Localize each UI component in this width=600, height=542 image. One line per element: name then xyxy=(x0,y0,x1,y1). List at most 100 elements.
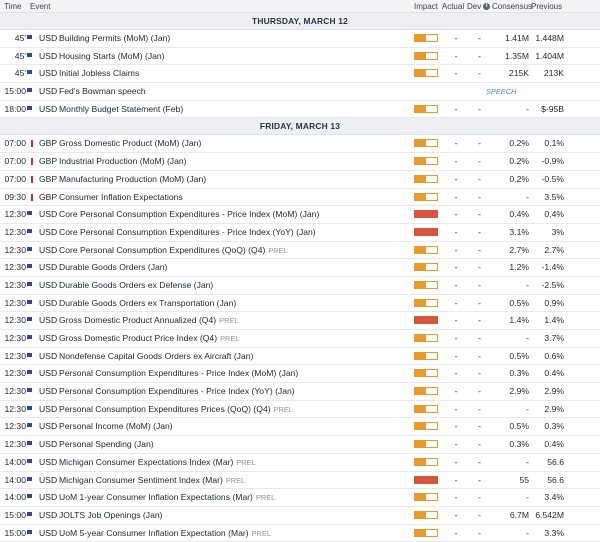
event-name-cell[interactable]: Personal Consumption Expenditures - Pric… xyxy=(59,365,409,382)
event-name[interactable]: UoM 1-year Consumer Inflation Expectatio… xyxy=(59,492,253,502)
table-row[interactable]: 12:30 USD Core Personal Consumption Expend… xyxy=(0,224,600,242)
event-name-cell[interactable]: UoM 5-year Consumer Inflation Expectatio… xyxy=(59,525,409,542)
table-row[interactable]: 15:00 USD Fed's Bowman speech SPEECH xyxy=(0,83,600,101)
event-time: 12:30 xyxy=(4,439,26,450)
event-name[interactable]: Personal Spending (Jan) xyxy=(59,439,154,449)
event-name[interactable]: Personal Consumption Expenditures - Pric… xyxy=(59,368,298,378)
table-row[interactable]: 07:00 GBP Gross Domestic Product (MoM) (Ja… xyxy=(0,135,600,154)
event-name-cell[interactable]: Nondefense Capital Goods Orders ex Aircr… xyxy=(59,348,409,365)
table-row[interactable]: 14:00 USD Michigan Consumer Expectations I… xyxy=(0,454,600,472)
event-name-cell[interactable]: UoM 1-year Consumer Inflation Expectatio… xyxy=(59,489,409,506)
event-name[interactable]: Building Permits (MoM) (Jan) xyxy=(59,33,170,43)
table-row[interactable]: 12:30 USD Personal Consumption Expenditure… xyxy=(0,401,600,419)
event-name[interactable]: Consumer Inflation Expectations xyxy=(59,192,183,202)
impact-bar-medium xyxy=(414,69,438,78)
info-icon[interactable]: i xyxy=(483,3,491,11)
event-name-cell[interactable]: Personal Consumption Expenditures Prices… xyxy=(59,401,409,418)
event-name-cell[interactable]: Durable Goods Orders ex Transportation (… xyxy=(59,295,409,312)
table-row[interactable]: 12:30 USD Gross Domestic Product Price Ind… xyxy=(0,330,600,348)
table-row[interactable]: 09:30 GBP Consumer Inflation Expectations -… xyxy=(0,189,600,207)
event-name[interactable]: Gross Domestic Product Annualized (Q4) xyxy=(59,315,216,325)
event-name-cell[interactable]: Core Personal Consumption Expenditures (… xyxy=(59,242,409,259)
table-row[interactable]: 45' USD Housing Starts (MoM) (Jan) - - 1.35M 1… xyxy=(0,48,600,66)
impact-bar-medium xyxy=(414,34,438,42)
impact-bar-medium xyxy=(414,510,438,519)
event-name[interactable]: Durable Goods Orders ex Defense (Jan) xyxy=(59,280,213,290)
event-name[interactable]: Durable Goods Orders (Jan) xyxy=(59,262,167,272)
event-name[interactable]: Core Personal Consumption Expenditures -… xyxy=(59,227,316,237)
deviation-value: - xyxy=(478,386,481,397)
event-name-cell[interactable]: Durable Goods Orders ex Defense (Jan) xyxy=(59,277,409,294)
header-previous[interactable]: Previous xyxy=(531,0,565,13)
event-name[interactable]: Michigan Consumer Sentiment Index (Mar) xyxy=(59,475,223,485)
event-name[interactable]: Core Personal Consumption Expenditures (… xyxy=(59,245,265,255)
event-name[interactable]: Industrial Production (MoM) (Jan) xyxy=(59,156,187,166)
event-name-cell[interactable]: Housing Starts (MoM) (Jan) xyxy=(59,48,409,65)
table-row[interactable]: 12:30 USD Core Personal Consumption Expend… xyxy=(0,206,600,224)
header-event[interactable]: Event xyxy=(30,0,380,13)
event-name[interactable]: Personal Consumption Expenditures - Pric… xyxy=(59,386,295,396)
header-dev[interactable]: Dev i xyxy=(467,0,493,13)
event-name[interactable]: Gross Domestic Product Price Index (Q4) xyxy=(59,333,217,343)
event-name-cell[interactable]: Personal Spending (Jan) xyxy=(59,436,409,453)
event-name[interactable]: Gross Domestic Product (MoM) (Jan) xyxy=(59,138,201,148)
event-name-cell[interactable]: Initial Jobless Claims xyxy=(59,65,409,82)
header-actual[interactable]: Actual xyxy=(440,0,466,13)
consensus-value: 215K xyxy=(508,68,529,79)
event-name-cell[interactable]: Core Personal Consumption Expenditures -… xyxy=(59,206,409,223)
event-name-cell[interactable]: Michigan Consumer Expectations Index (Ma… xyxy=(59,454,409,471)
event-name-cell[interactable]: JOLTS Job Openings (Jan) xyxy=(59,507,409,524)
table-row[interactable]: 12:30 USD Durable Goods Orders (Jan) - - 1.2%… xyxy=(0,259,600,277)
event-name-cell[interactable]: Building Permits (MoM) (Jan) xyxy=(59,30,409,47)
event-name-cell[interactable]: Gross Domestic Product (MoM) (Jan) xyxy=(59,135,409,152)
impact-bar-empty xyxy=(426,405,437,412)
table-row[interactable]: 15:00 USD JOLTS Job Openings (Jan) - - 6.7M 6.… xyxy=(0,507,600,525)
table-row[interactable]: 12:30 USD Personal Spending (Jan) - - 0.3% 0.4… xyxy=(0,436,600,454)
table-row[interactable]: 14:00 USD Michigan Consumer Sentiment Inde… xyxy=(0,472,600,490)
table-row[interactable]: 12:30 USD Personal Income (MoM) (Jan) - - 0.5… xyxy=(0,418,600,437)
table-row[interactable]: 12:30 USD Durable Goods Orders ex Defense … xyxy=(0,277,600,295)
event-name[interactable]: Fed's Bowman speech xyxy=(59,86,146,96)
event-name-cell[interactable]: Fed's Bowman speech xyxy=(59,83,409,100)
table-row[interactable]: 14:00 USD UoM 1-year Consumer Inflation Ex… xyxy=(0,489,600,507)
event-name[interactable]: JOLTS Job Openings (Jan) xyxy=(59,510,163,520)
event-name[interactable]: Monthly Budget Statement (Feb) xyxy=(59,104,183,114)
event-name[interactable]: Core Personal Consumption Expenditures -… xyxy=(59,209,319,219)
table-row[interactable]: 18:00 USD Monthly Budget Statement (Feb) - -… xyxy=(0,101,600,119)
event-name[interactable]: Personal Consumption Expenditures Prices… xyxy=(59,404,271,414)
event-name[interactable]: Manufacturing Production (MoM) (Jan) xyxy=(59,174,206,184)
impact-indicator xyxy=(414,472,439,489)
table-row[interactable]: 45' USD Initial Jobless Claims - - 215K 213K xyxy=(0,65,600,84)
event-name[interactable]: Nondefense Capital Goods Orders ex Aircr… xyxy=(59,351,253,361)
event-name-cell[interactable]: Michigan Consumer Sentiment Index (Mar) P… xyxy=(59,472,409,489)
event-name[interactable]: Michigan Consumer Expectations Index (Ma… xyxy=(59,457,233,467)
table-row[interactable]: 07:00 GBP Manufacturing Production (MoM) (… xyxy=(0,171,600,189)
event-name-cell[interactable]: Gross Domestic Product Price Index (Q4) P… xyxy=(59,330,409,347)
table-row[interactable]: 12:30 USD Core Personal Consumption Expend… xyxy=(0,242,600,260)
event-name-cell[interactable]: Gross Domestic Product Annualized (Q4) PR… xyxy=(59,312,409,329)
event-name[interactable]: Housing Starts (MoM) (Jan) xyxy=(59,51,165,61)
table-row[interactable]: 12:30 USD Personal Consumption Expenditure… xyxy=(0,383,600,401)
event-name-cell[interactable]: Industrial Production (MoM) (Jan) xyxy=(59,153,409,170)
event-name[interactable]: UoM 5-year Consumer Inflation Expectatio… xyxy=(59,528,249,538)
event-name-cell[interactable]: Personal Income (MoM) (Jan) xyxy=(59,418,409,435)
table-row[interactable]: 07:00 GBP Industrial Production (MoM) (Jan… xyxy=(0,153,600,171)
impact-bar-empty xyxy=(426,140,437,147)
table-row[interactable]: 45' USD Building Permits (MoM) (Jan) - - 1.41… xyxy=(0,30,600,48)
event-name-cell[interactable]: Core Personal Consumption Expenditures -… xyxy=(59,224,409,241)
event-name-cell[interactable]: Personal Consumption Expenditures - Pric… xyxy=(59,383,409,400)
event-name-cell[interactable]: Durable Goods Orders (Jan) xyxy=(59,259,409,276)
event-name[interactable]: Durable Goods Orders ex Transportation (… xyxy=(59,298,236,308)
event-name-cell[interactable]: Consumer Inflation Expectations xyxy=(59,189,409,206)
event-name-cell[interactable]: Manufacturing Production (MoM) (Jan) xyxy=(59,171,409,188)
table-row[interactable]: 12:30 USD Durable Goods Orders ex Transpor… xyxy=(0,295,600,313)
table-row[interactable]: 12:30 USD Personal Consumption Expenditure… xyxy=(0,365,600,384)
event-name[interactable]: Initial Jobless Claims xyxy=(59,68,139,78)
header-consensus[interactable]: Consensus xyxy=(492,0,532,13)
table-row[interactable]: 12:30 USD Gross Domestic Product Annualize… xyxy=(0,312,600,330)
table-row[interactable]: 12:30 USD Nondefense Capital Goods Orders … xyxy=(0,348,600,366)
event-name[interactable]: Personal Income (MoM) (Jan) xyxy=(59,421,173,431)
table-row[interactable]: 15:00 USD UoM 5-year Consumer Inflation Ex… xyxy=(0,525,600,542)
header-time[interactable]: Time xyxy=(4,0,28,13)
event-name-cell[interactable]: Monthly Budget Statement (Feb) xyxy=(59,101,409,118)
